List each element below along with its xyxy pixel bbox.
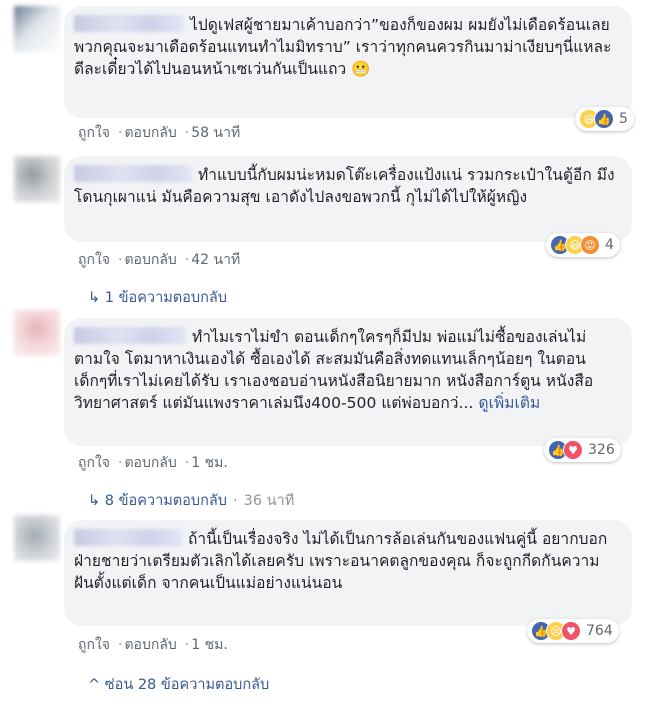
- separator: ·: [184, 637, 190, 653]
- comment-bubble: ทำแบบนี้กับผมน่ะหมดโต๊ะเครื่องแป้งแน่ รว…: [64, 156, 632, 242]
- reply-link[interactable]: ตอบกลับ: [124, 637, 176, 653]
- separator: ·: [184, 455, 190, 471]
- author-name[interactable]: [74, 165, 192, 182]
- timestamp[interactable]: 42 นาที: [191, 252, 240, 268]
- comment-bubble: ไปดูเฟสผู้ชายมาเค้าบอกว่า”ของก็ของผม ผมย…: [64, 6, 632, 118]
- comment-text: ถ้านี้เป็นเรื่องจริง ไม่ได้เป็นการล้อเล่…: [74, 528, 616, 594]
- separator: ·: [184, 125, 190, 141]
- love-icon: ♥: [561, 621, 581, 641]
- love-icon: ♥: [563, 440, 583, 460]
- reply-arrow-icon: ↳: [88, 290, 101, 306]
- separator: ·: [232, 493, 238, 509]
- hide-replies-link[interactable]: ^ ซ่อน 28 ข้อความตอบกลับ: [88, 673, 269, 696]
- separator: ·: [184, 252, 190, 268]
- reaction-count: 4: [605, 237, 614, 253]
- author-name[interactable]: [74, 327, 186, 344]
- reaction-summary[interactable]: 👍 😆 😡 4: [546, 233, 620, 257]
- comment-actions: ถูกใจ · ตอบกลับ · 58 นาที: [78, 122, 242, 144]
- view-replies-link[interactable]: ↳ 8 ข้อความตอบกลับ · 36 นาที: [88, 489, 294, 512]
- author-name[interactable]: [74, 529, 182, 546]
- view-replies-link[interactable]: ↳ 1 ข้อความตอบกลับ: [88, 286, 227, 309]
- chevron-up-icon: ^: [88, 677, 101, 693]
- reply-link[interactable]: ตอบกลับ: [124, 252, 176, 268]
- grimace-emoji-icon: 😬: [351, 60, 371, 78]
- avatar[interactable]: [14, 6, 60, 52]
- comment-text: ไปดูเฟสผู้ชายมาเค้าบอกว่า”ของก็ของผม ผมย…: [74, 14, 616, 80]
- reaction-summary[interactable]: 👍 😢 ♥ 764: [527, 619, 619, 643]
- reaction-count: 326: [588, 442, 615, 458]
- replies-label: 8 ข้อความตอบกลับ: [104, 493, 227, 509]
- like-icon: 👍: [594, 109, 614, 129]
- separator: ·: [118, 455, 123, 471]
- timestamp[interactable]: 1 ชม.: [191, 637, 228, 653]
- like-link[interactable]: ถูกใจ: [78, 637, 110, 653]
- like-link[interactable]: ถูกใจ: [78, 252, 110, 268]
- comment-actions: ถูกใจ · ตอบกลับ · 1 ชม.: [78, 452, 230, 474]
- like-link[interactable]: ถูกใจ: [78, 125, 110, 141]
- reaction-count: 5: [619, 111, 628, 127]
- see-more-link[interactable]: ดูเพิ่มเติม: [478, 394, 540, 412]
- comment-actions: ถูกใจ · ตอบกลับ · 42 นาที: [78, 249, 242, 271]
- reaction-count: 764: [586, 623, 613, 639]
- separator: ·: [118, 125, 123, 141]
- reply-link[interactable]: ตอบกลับ: [124, 455, 176, 471]
- author-name[interactable]: [74, 15, 184, 32]
- timestamp[interactable]: 1 ชม.: [191, 455, 228, 471]
- comment-text: ทำไมเราไม่ขำ ตอนเด็กๆใครๆก็มีปม พ่อแม่ไม…: [74, 326, 616, 414]
- replies-timestamp[interactable]: 36 นาที: [244, 493, 295, 509]
- timestamp[interactable]: 58 นาที: [191, 125, 240, 141]
- comment-text: ทำแบบนี้กับผมน่ะหมดโต๊ะเครื่องแป้งแน่ รว…: [74, 164, 616, 208]
- avatar[interactable]: [14, 310, 60, 356]
- separator: ·: [118, 637, 123, 653]
- reaction-summary[interactable]: 👍 ♥ 326: [544, 438, 621, 462]
- reply-arrow-icon: ↳: [88, 493, 101, 509]
- reaction-summary[interactable]: 😆 👍 5: [575, 107, 634, 131]
- avatar[interactable]: [14, 515, 60, 561]
- replies-label: 1 ข้อความตอบกลับ: [104, 290, 227, 306]
- comment-bubble: ทำไมเราไม่ขำ ตอนเด็กๆใครๆก็มีปม พ่อแม่ไม…: [64, 318, 632, 446]
- comment-bubble: ถ้านี้เป็นเรื่องจริง ไม่ได้เป็นการล้อเล่…: [64, 520, 632, 626]
- angry-icon: 😡: [580, 235, 600, 255]
- avatar[interactable]: [14, 156, 60, 202]
- reply-link[interactable]: ตอบกลับ: [124, 125, 176, 141]
- separator: ·: [118, 252, 123, 268]
- like-link[interactable]: ถูกใจ: [78, 455, 110, 471]
- comment-actions: ถูกใจ · ตอบกลับ · 1 ชม.: [78, 634, 230, 656]
- replies-label: ซ่อน 28 ข้อความตอบกลับ: [104, 677, 270, 693]
